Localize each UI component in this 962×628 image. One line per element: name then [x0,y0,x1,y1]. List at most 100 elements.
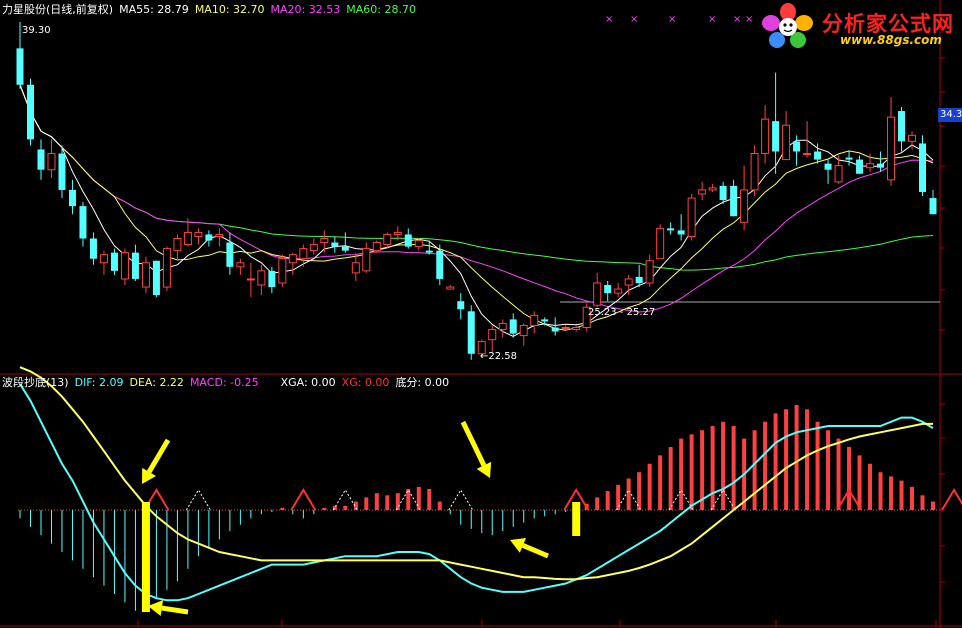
candle-up [645,260,654,284]
candle-down [457,301,465,310]
candle-down [37,149,45,170]
chart-canvas[interactable]: × × × × × × [0,0,962,628]
candle-down [635,276,643,283]
buy-signal-bar [141,502,150,612]
stock-name: 力星股份(日线,前复权) [2,3,114,16]
candle-up [246,278,255,281]
candle-down [331,242,339,247]
peak-marker [185,489,211,511]
candle-up [120,252,129,280]
candle-down [919,143,927,192]
candle-up [183,231,192,246]
candle-up [708,187,717,191]
candle-down [730,185,738,217]
ma10-value: MA10: 32.70 [194,3,265,16]
candle-up [866,163,875,169]
star-marker: × [708,14,716,25]
flower-logo-icon [762,3,813,48]
candle-down [16,48,24,85]
arrow-shaft [161,605,189,615]
candle-down [677,230,685,235]
difen-value: 底分: 0.00 [395,376,450,389]
candle-up [278,258,287,284]
candle-up [761,118,770,155]
candle-up [614,288,623,294]
peak-marker [290,488,317,511]
candle-down [152,260,160,296]
candle-down [667,228,675,231]
candle-down [205,234,213,241]
candle-up [656,227,665,260]
candle-up [887,116,896,181]
logo-url: www.88gs.com [840,33,942,47]
candle-up [782,124,791,161]
candle-up [414,240,423,248]
candle-down [772,121,780,152]
candle-down [467,311,475,354]
candle-down [929,198,937,215]
candle-up [99,254,108,264]
star-marker: × [745,14,753,25]
candle-down [68,189,76,207]
candle-down [856,159,864,174]
candle-up [803,153,812,156]
candle-up [372,242,381,252]
ma5-line [19,84,934,337]
star-marker: × [605,14,613,25]
arrow-shaft [146,438,171,474]
price-panel-header: 力星股份(日线,前复权) MA55: 28.79 MA10: 32.70 MA20: … [2,3,422,17]
candle-up [141,262,150,288]
xga-value: XGA: 0.00 [280,376,336,389]
candle-up [519,324,528,337]
candle-down [814,151,822,160]
candle-down [341,246,349,251]
candle-down [131,252,139,279]
candle-up [446,286,455,290]
candle-down [541,319,549,322]
candle-down [509,319,517,334]
candle-up [47,153,56,171]
candle-up [561,326,570,329]
dif-value: DIF: 2.09 [74,376,124,389]
candle-down [79,206,87,239]
candle-up [215,233,224,237]
ma5-value: MA55: 28.79 [119,3,189,16]
star-marker: × [733,14,741,25]
xg-value: XG: 0.00 [341,376,390,389]
candle-down [268,270,276,288]
candle-up [351,262,360,274]
candle-down [898,111,906,142]
candle-up [383,233,392,246]
range-label: 25.23 - 25.27 [588,307,656,318]
candle-up [572,326,581,331]
candle-up [393,231,402,235]
peak-marker [941,488,962,511]
peak-marker [448,489,474,511]
arrow-head [148,600,164,616]
ma60-value: MA60: 28.70 [346,3,416,16]
candle-down [719,185,727,201]
candle-down [845,157,853,160]
candle-down [110,252,118,271]
ma20-value: MA20: 32.53 [270,3,341,16]
macd-value: MACD: -0.25 [189,376,259,389]
candle-up [908,134,917,142]
candle-up [194,231,203,237]
candle-up [624,278,633,286]
candle-up [834,165,843,183]
candle-up [162,248,171,288]
candle-up [498,322,507,331]
candle-down [793,141,801,152]
arrow-shaft [521,543,549,559]
candle-up [257,270,266,286]
candle-up [687,197,696,237]
candle-up [309,244,318,252]
indicator-panel-header: 波段抄底(13) DIF: 2.09 DEA: 2.22 MACD: -0.25 XGA… [2,376,455,390]
candle-up [362,248,371,272]
arrow-shaft [460,420,487,467]
candle-down [436,250,444,279]
site-logo: 分析家公式网 www.88gs.com [760,2,960,50]
candle-down [551,327,559,332]
candle-up [488,329,497,341]
candle-up [320,237,329,244]
